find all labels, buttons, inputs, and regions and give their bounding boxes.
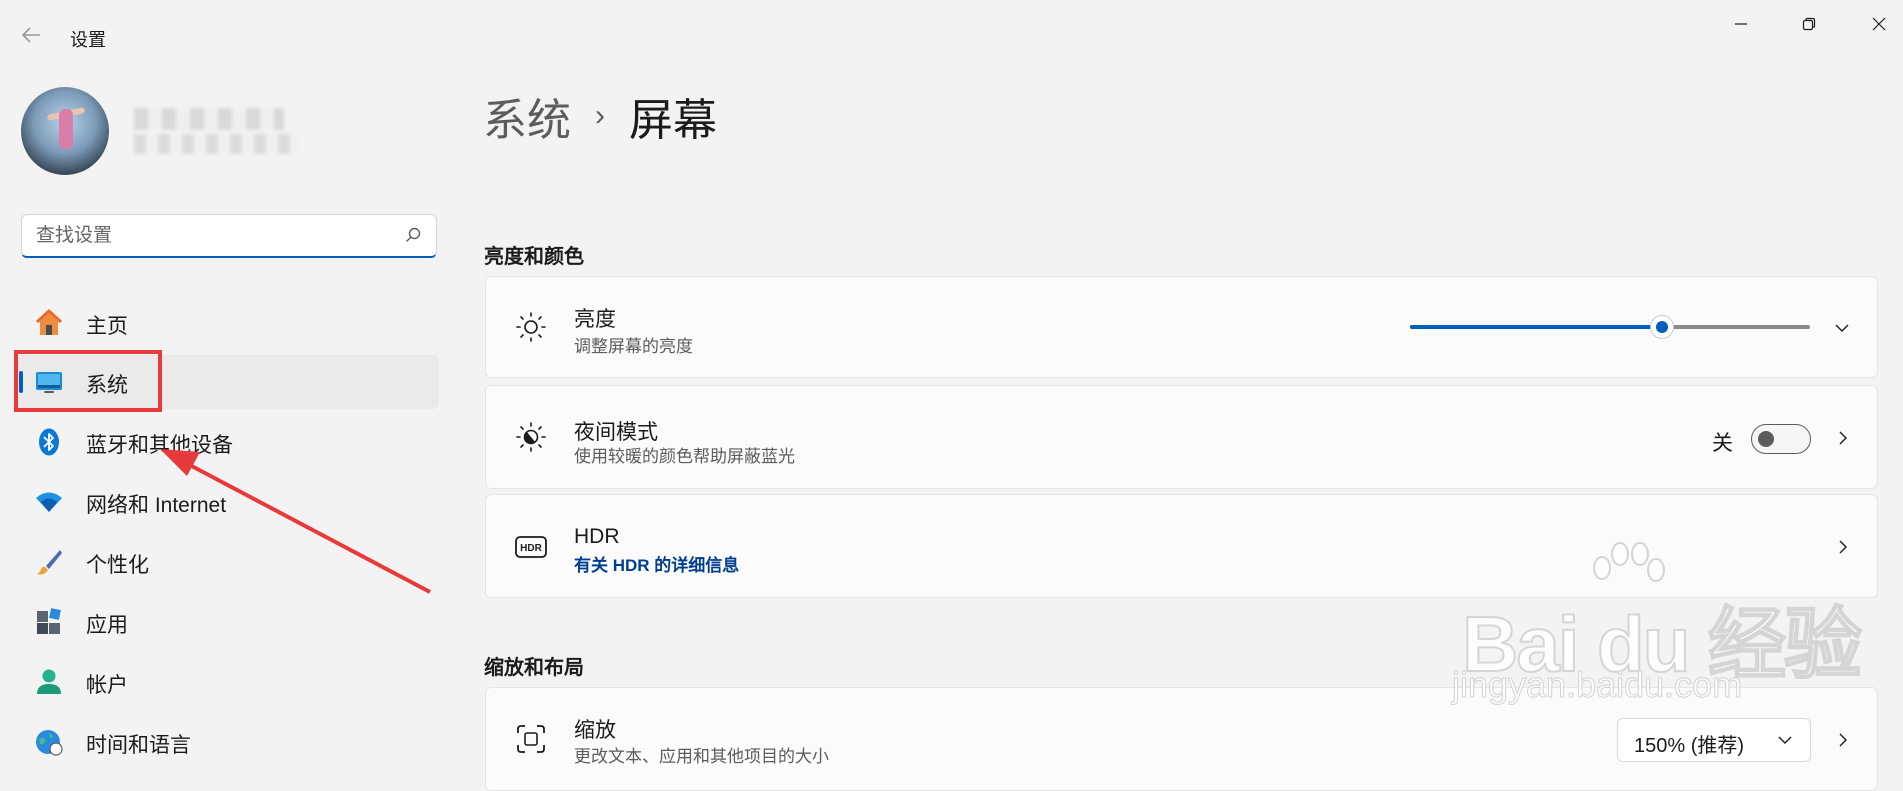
baidu-watermark: Bai du 经验 jingyan.baidu.com	[1451, 542, 1863, 712]
chevron-right-icon[interactable]	[1836, 540, 1850, 554]
night-mode-card[interactable]: 夜间模式 使用较暖的颜色帮助屏蔽蓝光 关	[485, 385, 1878, 489]
search-icon[interactable]	[404, 226, 422, 244]
section-title-brightness-color: 亮度和颜色	[484, 246, 584, 268]
scale-dropdown-value: 150% (推荐)	[1634, 735, 1745, 757]
annotation-highlight-box	[14, 350, 162, 412]
sidebar-item-label: 蓝牙和其他设备	[86, 434, 233, 457]
scale-title: 缩放	[574, 719, 616, 742]
chevron-right-icon[interactable]	[1836, 733, 1850, 747]
sidebar-item-apps[interactable]: 应用	[14, 595, 439, 649]
sidebar-item-label: 个性化	[86, 554, 149, 577]
search-box[interactable]	[21, 214, 437, 258]
scale-dropdown[interactable]: 150% (推荐)	[1617, 718, 1811, 762]
back-button[interactable]	[16, 22, 46, 52]
arrow-left-icon	[21, 27, 40, 43]
sidebar-item-bluetooth[interactable]: 蓝牙和其他设备	[14, 415, 439, 469]
page-title: 屏幕	[629, 96, 717, 145]
chevron-down-icon	[1778, 736, 1792, 744]
sidebar-item-network[interactable]: 网络和 Internet	[14, 475, 439, 529]
apps-icon	[37, 608, 61, 634]
avatar[interactable]	[21, 87, 109, 175]
brightness-card[interactable]: 亮度 调整屏幕的亮度	[485, 276, 1878, 378]
brightness-slider[interactable]	[1410, 315, 1810, 339]
section-title-scale-layout: 缩放和布局	[484, 657, 584, 679]
hdr-icon: HDR	[515, 536, 547, 558]
scale-subtitle: 更改文本、应用和其他项目的大小	[574, 747, 829, 766]
restore-button[interactable]	[1786, 10, 1832, 38]
svg-text:HDR: HDR	[520, 543, 542, 554]
night-mode-subtitle: 使用较暖的颜色帮助屏蔽蓝光	[574, 447, 795, 466]
chevron-down-icon[interactable]	[1835, 321, 1849, 335]
hdr-title: HDR	[574, 525, 620, 548]
sidebar-item-label: 时间和语言	[86, 734, 191, 757]
sun-icon	[516, 312, 546, 342]
night-light-icon	[516, 422, 546, 452]
night-mode-state-label: 关	[1712, 432, 1733, 455]
hdr-learn-more-link[interactable]: 有关 HDR 的详细信息	[574, 551, 739, 576]
breadcrumb: 系统 › 屏幕	[483, 84, 717, 148]
sidebar-item-label: 主页	[86, 315, 128, 338]
brush-icon	[37, 550, 62, 575]
window-title: 设置	[70, 30, 106, 50]
bluetooth-icon	[39, 428, 59, 456]
breadcrumb-separator: ›	[595, 99, 605, 132]
restore-icon	[1802, 17, 1816, 31]
sidebar-item-label: 网络和 Internet	[86, 494, 227, 517]
watermark-url: jingyan.baidu.com	[1451, 664, 1743, 706]
brightness-subtitle: 调整屏幕的亮度	[574, 337, 693, 356]
brightness-slider-thumb[interactable]	[1650, 315, 1674, 339]
sidebar-item-home[interactable]: 主页	[14, 296, 439, 350]
brightness-title: 亮度	[574, 308, 616, 331]
night-mode-toggle[interactable]	[1751, 424, 1811, 454]
user-email-redacted	[134, 134, 300, 154]
minimize-icon	[1735, 23, 1747, 25]
sidebar-item-label: 应用	[86, 614, 128, 637]
sidebar-item-personalization[interactable]: 个性化	[14, 535, 439, 589]
search-input[interactable]	[34, 215, 398, 257]
sidebar-item-time-language[interactable]: 时间和语言	[14, 715, 439, 769]
home-icon	[35, 309, 63, 335]
minimize-button[interactable]	[1718, 10, 1764, 38]
user-name-redacted	[134, 108, 284, 130]
close-button[interactable]	[1856, 10, 1902, 38]
sidebar-item-label: 帐户	[86, 674, 128, 697]
close-icon	[1872, 17, 1886, 31]
title-bar: 设置	[0, 0, 1903, 72]
sidebar-item-accounts[interactable]: 帐户	[14, 655, 439, 709]
scale-icon	[517, 725, 545, 753]
brightness-slider-fill	[1410, 325, 1662, 329]
chevron-right-icon[interactable]	[1836, 431, 1850, 445]
breadcrumb-parent[interactable]: 系统	[483, 84, 571, 148]
wifi-icon	[36, 492, 62, 512]
account-icon	[37, 669, 61, 694]
